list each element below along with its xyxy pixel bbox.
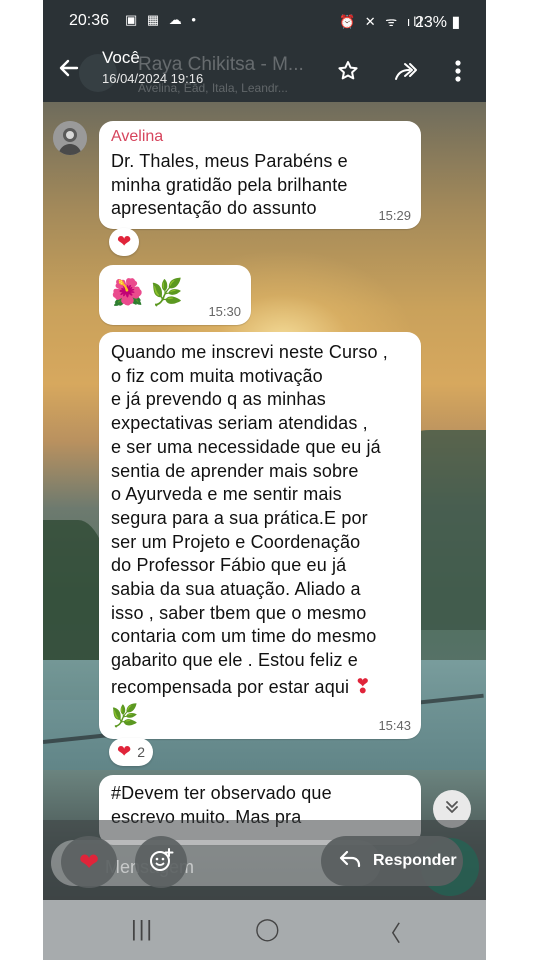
avatar[interactable] bbox=[53, 121, 87, 155]
reply-button[interactable]: Responder bbox=[321, 836, 463, 886]
reply-label: Responder bbox=[373, 852, 457, 869]
battery-level: 23% ▮ bbox=[415, 14, 461, 31]
message-time: 15:30 bbox=[208, 304, 241, 319]
back-arrow-icon[interactable] bbox=[57, 56, 81, 85]
herb-emoji: 🌿 bbox=[111, 702, 139, 728]
heart-icon: ❤ bbox=[78, 848, 100, 876]
system-icons: ⏰ ✕ ᯤ ıll bbox=[339, 14, 426, 29]
message-time: 15:43 bbox=[378, 718, 411, 733]
double-chevron-down-icon bbox=[444, 799, 460, 820]
star-icon[interactable] bbox=[331, 54, 365, 88]
more-options-icon[interactable] bbox=[441, 54, 475, 88]
phone-screen: 20:36 ▣ ▦ ☁ • ⏰ ✕ ᯤ ıll 23% ▮ Raya Chiki… bbox=[43, 0, 486, 960]
chat-header: Raya Chikitsa - M... Avelina, Eād, Itala… bbox=[43, 40, 486, 102]
message-bubble[interactable]: 🌺 🌿 15:30 bbox=[99, 265, 251, 325]
reaction-badge[interactable]: ❤ bbox=[109, 228, 140, 256]
heart-exclamation-emoji: ❣ bbox=[354, 675, 372, 698]
home-icon[interactable]: ◯ bbox=[255, 916, 280, 942]
battery-icon: ▮ bbox=[451, 14, 461, 31]
message-bubble[interactable]: Avelina Dr. Thales, meus Parabéns e minh… bbox=[99, 121, 421, 229]
reaction-count: 2 bbox=[137, 744, 146, 760]
emoji-plus-icon bbox=[148, 847, 174, 878]
heart-icon: ❤ bbox=[117, 232, 132, 251]
message-bubble[interactable]: Quando me inscrevi neste Curso , o fiz c… bbox=[99, 332, 421, 739]
heart-icon: ❤ bbox=[117, 742, 132, 761]
reply-arrow-icon bbox=[339, 850, 361, 873]
reaction-badge[interactable]: ❤ 2 bbox=[109, 738, 154, 766]
sender-name: Avelina bbox=[111, 128, 164, 145]
message-text: Dr. Thales, meus Parabéns e minha gratid… bbox=[111, 151, 348, 219]
message-text: Quando me inscrevi neste Curso , o fiz c… bbox=[111, 342, 388, 728]
selected-message-date: 16/04/2024 19:16 bbox=[102, 71, 204, 86]
selected-sender-name: Você bbox=[102, 48, 140, 67]
status-bar: 20:36 ▣ ▦ ☁ • ⏰ ✕ ᯤ ıll 23% ▮ bbox=[43, 0, 486, 40]
flower-herb-emoji: 🌺 🌿 bbox=[111, 277, 183, 307]
forward-icon[interactable] bbox=[389, 54, 423, 88]
message-time: 15:29 bbox=[378, 208, 411, 223]
system-nav-bar: ||| ◯ 〈 bbox=[43, 900, 486, 960]
status-time: 20:36 bbox=[69, 12, 110, 29]
react-heart-button[interactable]: ❤ bbox=[61, 836, 117, 888]
recent-apps-icon[interactable]: ||| bbox=[131, 916, 154, 942]
add-reaction-button[interactable] bbox=[135, 836, 187, 888]
notification-icons: ▣ ▦ ☁ • bbox=[125, 12, 199, 27]
back-icon[interactable]: 〈 bbox=[379, 916, 401, 948]
